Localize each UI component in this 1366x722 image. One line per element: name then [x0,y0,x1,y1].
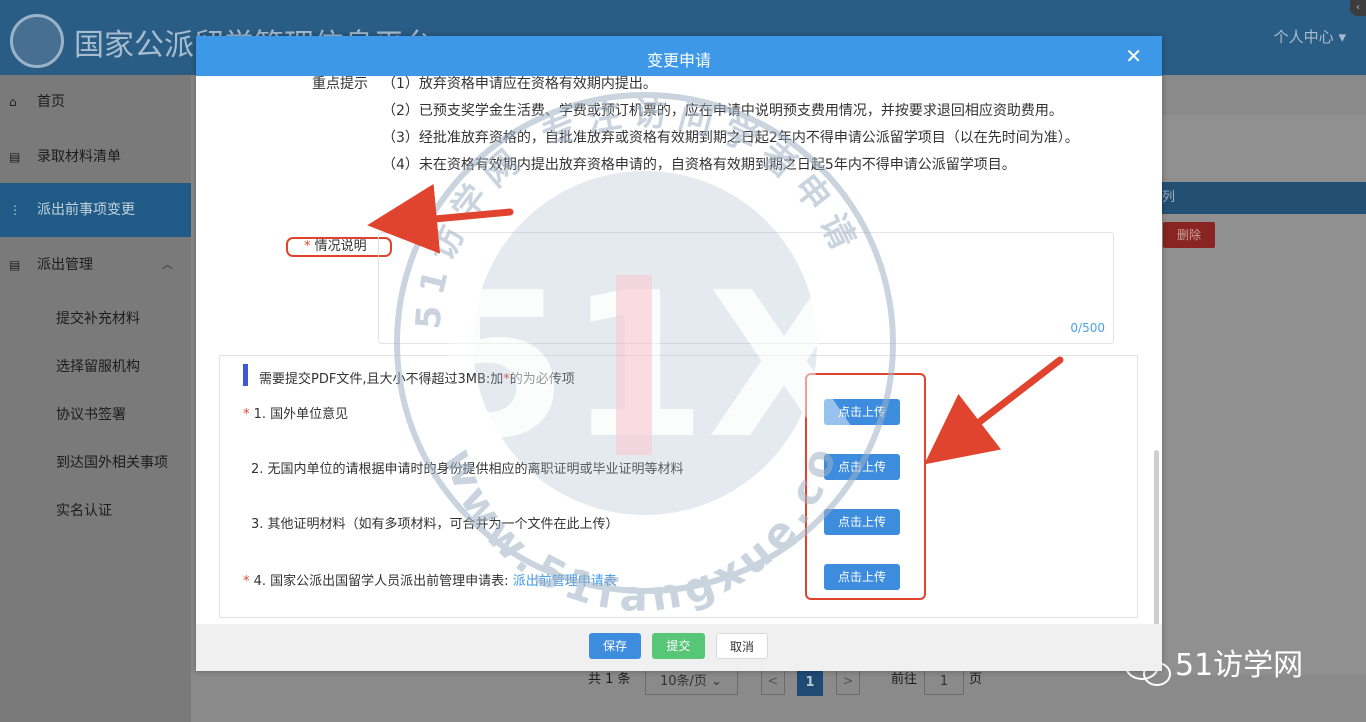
file-item-text: 1. 国外单位意见 [253,407,349,422]
document-icon: ▤ [9,150,21,164]
file-item-label: * 4. 国家公派出国留学人员派出前管理申请表: 派出前管理申请表 [243,570,617,589]
sidebar: ⌂ 首页 ▤ 录取材料清单 ⋮ 派出前事项变更 ▤ 派出管理 ︿ 提交补充材料 … [0,75,191,722]
situation-label: * 情况说明 [286,237,392,257]
annotation-box [805,373,926,600]
goto-page-input[interactable]: 1 [924,669,964,695]
page-size-value: 10条/页 [660,674,707,689]
caret-down-icon: ▾ [1338,28,1346,46]
modal-footer: 保存 提交 取消 [196,624,1162,671]
chevron-up-icon: ︿ [162,258,173,271]
required-asterisk: * [243,574,254,589]
next-page-button[interactable]: > [836,669,860,695]
table-header: 列 [1152,182,1366,214]
upload-tip-text: 需要提交PDF文件,且大小不得超过3MB:加 [259,372,504,387]
situation-textarea[interactable]: 0/500 [378,232,1114,344]
submit-button[interactable]: 提交 [652,633,705,659]
upload-tip: 需要提交PDF文件,且大小不得超过3MB:加*的为必传项 [259,368,575,387]
save-button[interactable]: 保存 [589,633,641,659]
sidebar-item-label: 派出前事项变更 [37,202,135,218]
sidebar-item-pre-departure-change[interactable]: ⋮ 派出前事项变更 [0,183,191,237]
modal-title: 变更申请 [646,51,711,70]
sidebar-item-home[interactable]: ⌂ 首页 [0,75,191,129]
document-icon: ▤ [9,258,21,272]
notice-line: （1）放弃资格申请应在资格有效期内提出。 [382,76,657,92]
upload-tip-suffix: 的为必传项 [509,372,575,387]
required-asterisk: * [304,239,311,254]
sidebar-subitem-real-name[interactable]: 实名认证 [56,500,112,520]
sidebar-subitem-service-agency[interactable]: 选择留服机构 [56,356,140,376]
notice-line: （3）经批准放弃资格的，自批准放弃或资格有效期到期之日起2年内不得申请公派留学项… [382,130,1079,146]
prev-page-button[interactable]: < [761,669,785,695]
required-asterisk: * [243,407,254,422]
scrollbar[interactable] [1154,450,1159,624]
modal-body: 重点提示 （1）放弃资格申请应在资格有效期内提出。 （2）已预支奖学金生活费、学… [196,76,1162,624]
sidebar-item-label: 首页 [37,94,65,110]
sidebar-subitem-supplement[interactable]: 提交补充材料 [56,308,140,328]
notice-line: （2）已预支奖学金生活费、学费或预订机票的，应在申请中说明预支费用情况，并按要求… [382,103,1063,119]
home-icon: ⌂ [9,95,17,109]
page-size-select[interactable]: 10条/页 ⌄ [645,669,738,695]
char-counter: 0/500 [1070,321,1105,335]
notice-label: 重点提示 [312,76,368,92]
cancel-button[interactable]: 取消 [716,633,768,659]
sidebar-item-label: 派出管理 [37,257,93,273]
user-menu-label: 个人中心 [1273,28,1334,46]
sidebar-item-dispatch-management[interactable]: ▤ 派出管理 ︿ [0,238,191,292]
chevron-down-icon: ⌄ [711,674,722,689]
file-item-text: 4. 国家公派出国留学人员派出前管理申请表: [253,574,509,589]
collapse-icon[interactable]: ‹ [1350,0,1366,16]
situation-label-text: 情况说明 [314,239,367,254]
change-request-modal: 变更申请 ✕ 重点提示 （1）放弃资格申请应在资格有效期内提出。 （2）已预支奖… [196,36,1162,671]
sidebar-subitem-agreement[interactable]: 协议书签署 [56,404,126,424]
application-form-link[interactable]: 派出前管理申请表 [513,574,617,589]
file-item-label: 3. 其他证明材料（如有多项材料，可合并为一个文件在此上传） [251,517,619,532]
sidebar-item-label: 录取材料清单 [37,149,121,165]
close-icon[interactable]: ✕ [1125,44,1142,68]
current-page[interactable]: 1 [797,670,823,696]
file-item-label: * 1. 国外单位意见 [243,403,348,422]
wechat-account-name: 51访学网 [1175,648,1304,683]
delete-button[interactable]: 删除 [1163,222,1215,248]
user-menu[interactable]: 个人中心 ▾ [1274,26,1346,47]
modal-header: 变更申请 ✕ [196,36,1162,76]
logo [10,14,64,68]
sidebar-item-admission-materials[interactable]: ▤ 录取材料清单 [0,130,191,184]
tip-accent-bar [243,364,248,386]
notice-line: （4）未在资格有效期内提出放弃资格申请的，自资格有效期到期之日起5年内不得申请公… [382,157,1016,173]
sitemap-icon: ⋮ [9,203,21,217]
file-item-label: 2. 无国内单位的请根据申请时的身份提供相应的离职证明或毕业证明等材料 [251,462,684,477]
sidebar-subitem-arrival-abroad[interactable]: 到达国外相关事项 [56,452,168,472]
